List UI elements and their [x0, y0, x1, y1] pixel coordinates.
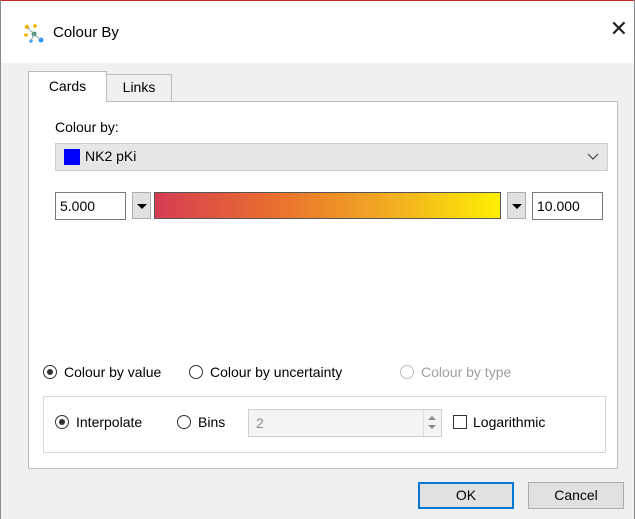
tab-cards[interactable]: Cards [28, 71, 107, 102]
range-max-input[interactable] [532, 192, 603, 220]
tab-links[interactable]: Links [106, 74, 172, 102]
radio-label: Bins [198, 414, 226, 430]
max-color-dropdown-button[interactable] [507, 192, 526, 219]
window-title: Colour By [53, 24, 119, 41]
colour-by-label: Colour by: [55, 119, 119, 135]
radio-colour-by-value[interactable]: Colour by value [43, 364, 161, 380]
logarithmic-checkbox[interactable]: Logarithmic [453, 414, 545, 430]
bins-value: 2 [256, 415, 264, 431]
radio-label: Interpolate [76, 414, 143, 430]
radio-bins[interactable]: Bins [177, 414, 225, 430]
radio-label: Colour by type [421, 364, 512, 380]
radio-colour-by-uncertainty[interactable]: Colour by uncertainty [189, 364, 342, 380]
radio-button-icon [177, 415, 191, 429]
radio-button-icon [189, 365, 203, 379]
checkbox-icon [453, 415, 467, 429]
spin-up-icon[interactable] [428, 416, 436, 420]
colour-by-selected-value: NK2 pKi [85, 148, 137, 164]
colour-gradient-bar[interactable] [154, 192, 501, 219]
range-min-input[interactable] [55, 192, 126, 220]
chevron-down-icon [587, 153, 599, 160]
ok-button[interactable]: OK [418, 482, 514, 509]
bins-spinbox[interactable]: 2 [248, 409, 442, 437]
spin-down-icon[interactable] [428, 425, 436, 429]
radio-button-icon [55, 415, 69, 429]
radio-label: Colour by value [64, 364, 162, 380]
checkbox-label: Logarithmic [473, 414, 546, 430]
colour-by-dialog: Colour By ✕ Cards Links Colour by: NK2 p… [0, 0, 635, 519]
close-icon[interactable]: ✕ [610, 18, 628, 42]
radio-button-icon [400, 365, 414, 379]
app-icon [24, 24, 44, 43]
cancel-button[interactable]: Cancel [528, 482, 624, 509]
title-bar: Colour By ✕ [1, 0, 634, 63]
spin-arrows[interactable] [423, 410, 441, 436]
radio-button-icon [43, 365, 57, 379]
radio-colour-by-type: Colour by type [400, 364, 511, 380]
colour-by-select[interactable]: NK2 pKi [55, 143, 608, 171]
radio-label: Colour by uncertainty [210, 364, 343, 380]
min-color-dropdown-button[interactable] [132, 192, 151, 219]
colour-swatch [64, 149, 80, 165]
radio-interpolate[interactable]: Interpolate [55, 414, 142, 430]
